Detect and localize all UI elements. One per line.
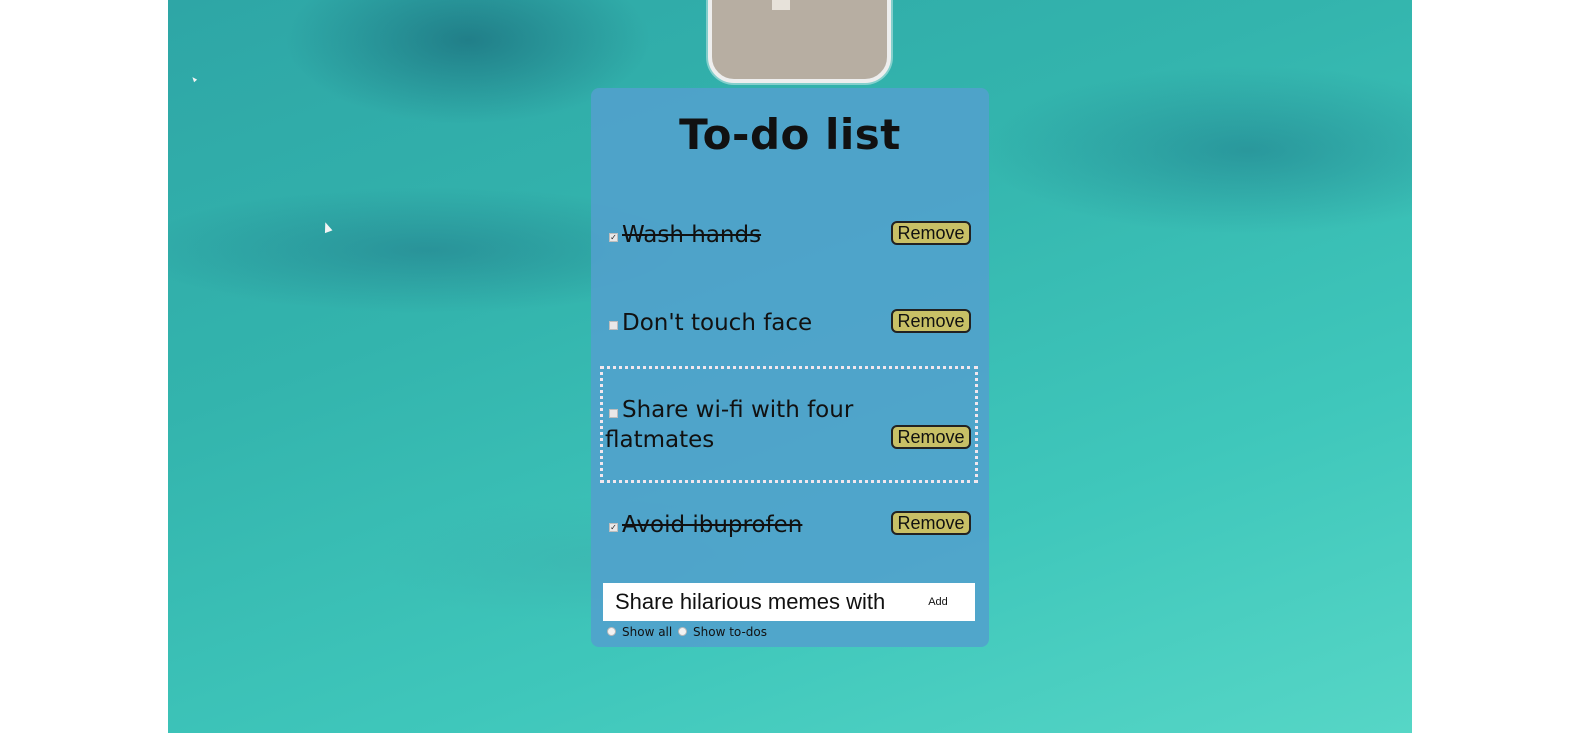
task-checkbox[interactable] [609,321,618,330]
pier-structure [772,0,790,10]
task-label: Wash hands [622,222,762,248]
remove-button[interactable]: Remove [891,425,971,449]
show-all-label[interactable]: Show all [622,625,672,639]
task-item-wash-hands: ✓ Wash hands Remove [603,218,975,254]
add-task-form: Add [603,583,975,621]
page-title: To-do list [679,110,901,159]
add-button[interactable]: Add [923,592,953,612]
boat-icon [321,220,333,234]
show-todos-label[interactable]: Show to-dos [693,625,767,639]
task-checkbox[interactable]: ✓ [609,233,618,242]
pier-image [708,0,891,83]
remove-button[interactable]: Remove [891,511,971,535]
task-item-dont-touch-face: Don't touch face Remove [603,306,975,342]
task-label: Share wi-fi with four flatmates [605,397,854,453]
boat-icon [190,75,198,83]
remove-button[interactable]: Remove [891,221,971,245]
task-item-share-wifi: Share wi-fi with four flatmates Remove [600,366,978,483]
task-checkbox[interactable]: ✓ [609,523,618,532]
task-label: Avoid ibuprofen [622,512,803,538]
show-all-radio[interactable] [607,627,616,636]
todo-card: To-do list ✓ Wash hands Remove Don't tou… [591,88,989,647]
task-label: Don't touch face [622,310,813,336]
new-task-input[interactable] [603,583,903,621]
task-item-avoid-ibuprofen: ✓ Avoid ibuprofen Remove [603,508,975,544]
remove-button[interactable]: Remove [891,309,971,333]
show-todos-radio[interactable] [678,627,687,636]
